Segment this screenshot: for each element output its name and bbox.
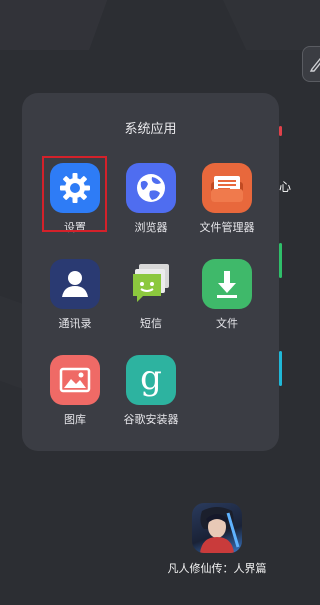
folder-title: 系统应用: [124, 122, 177, 137]
app-google-installer[interactable]: g 谷歌安装器: [113, 355, 189, 427]
app-game[interactable]: 凡人修仙传：人界篇: [162, 503, 272, 576]
floating-button[interactable]: [302, 46, 320, 82]
app-label: 通讯录: [58, 317, 92, 330]
google-installer-icon: g: [126, 355, 176, 405]
gallery-icon: [50, 355, 100, 405]
background-shape: [0, 0, 111, 50]
background-shape: [213, 0, 320, 50]
selection-highlight: [42, 156, 107, 232]
edge-text: 心: [278, 180, 291, 194]
app-contacts[interactable]: 通讯录: [37, 259, 113, 331]
app-messages[interactable]: 短信: [113, 259, 189, 331]
app-file-manager[interactable]: 文件管理器: [189, 163, 265, 235]
app-gallery[interactable]: 图库: [37, 355, 113, 427]
globe-icon: [126, 163, 176, 213]
download-icon: [202, 259, 252, 309]
edge-widget-green: [279, 243, 282, 278]
app-files[interactable]: 文件: [189, 259, 265, 331]
app-browser[interactable]: 浏览器: [113, 163, 189, 235]
app-label: 谷歌安装器: [123, 413, 179, 426]
pencil-icon: [309, 57, 320, 72]
app-label: 图库: [64, 413, 86, 426]
contacts-icon: [50, 259, 100, 309]
app-label: 短信: [140, 317, 162, 330]
app-label: 文件: [216, 317, 238, 330]
app-label: 文件管理器: [199, 221, 255, 234]
app-label: 浏览器: [134, 221, 168, 234]
edge-widget-red: [279, 126, 282, 136]
game-character-icon: [192, 503, 242, 553]
message-icon: [126, 259, 176, 309]
system-apps-folder: 系统应用 设置 浏览器 文件管理器 通讯录 短信 文件 图库 g 谷歌安装器: [22, 93, 279, 451]
app-label: 凡人修仙传：人界篇: [167, 562, 267, 575]
folder-icon: [202, 163, 252, 213]
edge-widget-cyan: [279, 351, 282, 386]
